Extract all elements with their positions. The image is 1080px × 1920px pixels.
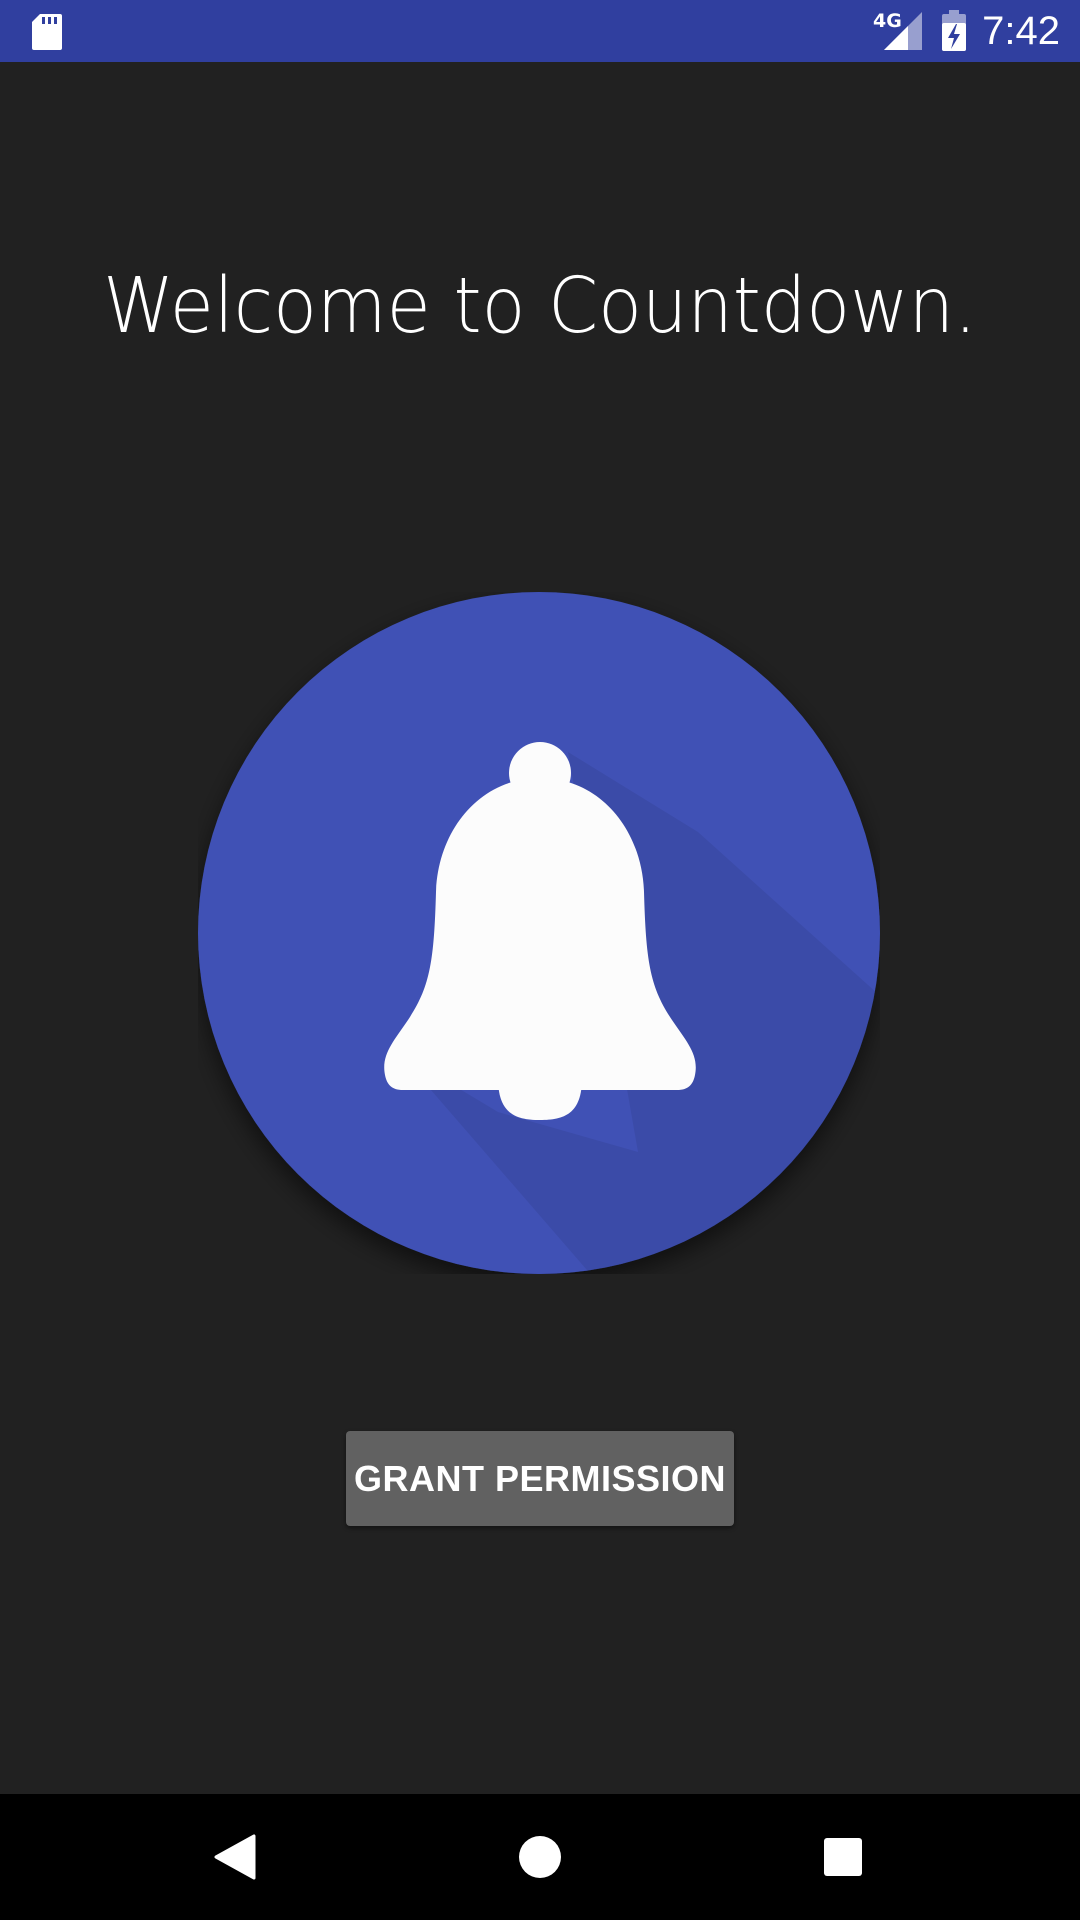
signal-icon	[884, 12, 922, 50]
bell-icon	[198, 592, 880, 1274]
status-bar: 4G 7:42	[0, 0, 1080, 62]
screen: 4G 7:42 Welcome to Countdown. GRANT PERM…	[0, 0, 1080, 1920]
home-button[interactable]	[460, 1794, 620, 1920]
battery-charging-icon	[942, 10, 966, 51]
recents-button[interactable]	[763, 1794, 923, 1920]
clock: 7:42	[982, 9, 1060, 53]
grant-permission-button[interactable]: GRANT PERMISSION	[346, 1431, 734, 1526]
home-icon	[519, 1836, 561, 1878]
welcome-title: Welcome to Countdown.	[103, 262, 977, 351]
back-button[interactable]	[155, 1794, 315, 1920]
sd-card-icon	[32, 14, 62, 50]
back-icon	[214, 1834, 256, 1880]
navigation-bar	[0, 1794, 1080, 1920]
recents-icon	[824, 1838, 862, 1876]
